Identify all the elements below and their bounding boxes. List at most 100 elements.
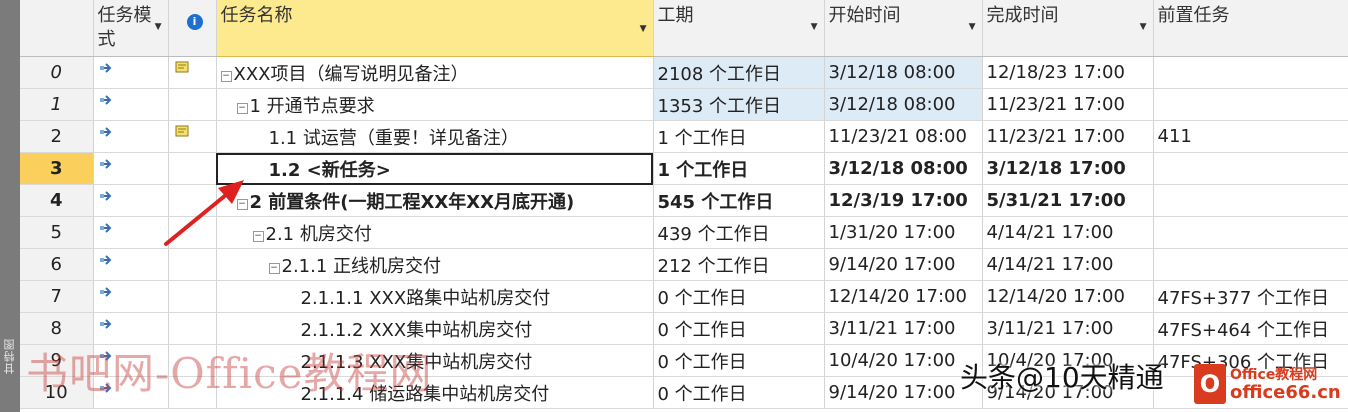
start-cell[interactable]: 9/14/20 17:00 bbox=[824, 248, 983, 281]
predecessors-cell[interactable]: 47FS+464 个工作日 bbox=[1153, 312, 1348, 345]
collapse-icon[interactable]: − bbox=[236, 102, 248, 114]
table-row[interactable]: 4 −2 前置条件(一期工程XX年XX月底开通) 545 个工作日 12/3/19 1… bbox=[20, 184, 1348, 217]
column-header-mode[interactable]: 任务模式 ▼ bbox=[93, 0, 169, 57]
start-cell[interactable]: 12/14/20 17:00 bbox=[824, 280, 983, 313]
finish-cell[interactable]: 11/23/21 17:00 bbox=[982, 120, 1154, 153]
duration-cell[interactable]: 1353 个工作日 bbox=[653, 88, 825, 121]
start-cell[interactable]: 3/12/18 08:00 bbox=[824, 56, 983, 89]
note-icon[interactable] bbox=[175, 125, 189, 137]
column-header-name[interactable]: 任务名称 ▼ bbox=[216, 0, 654, 57]
task-mode-cell[interactable] bbox=[93, 88, 169, 121]
gantt-view-sidebar[interactable]: 甘特图 bbox=[0, 0, 20, 412]
finish-cell[interactable]: 3/12/18 17:00 bbox=[982, 152, 1154, 185]
finish-cell[interactable]: 4/14/21 17:00 bbox=[982, 248, 1154, 281]
task-mode-cell[interactable] bbox=[93, 152, 169, 185]
indicator-cell[interactable] bbox=[168, 248, 217, 281]
start-cell[interactable]: 12/3/19 17:00 bbox=[824, 184, 983, 217]
row-number[interactable]: 1 bbox=[20, 88, 94, 121]
finish-cell[interactable]: 4/14/21 17:00 bbox=[982, 216, 1154, 249]
finish-cell[interactable]: 3/11/21 17:00 bbox=[982, 312, 1154, 345]
indicator-cell[interactable] bbox=[168, 56, 217, 89]
duration-cell[interactable]: 0 个工作日 bbox=[653, 344, 825, 377]
row-number[interactable]: 7 bbox=[20, 280, 94, 313]
task-mode-cell[interactable] bbox=[93, 56, 169, 89]
duration-cell[interactable]: 2108 个工作日 bbox=[653, 56, 825, 89]
predecessors-cell[interactable]: 47FS+377 个工作日 bbox=[1153, 280, 1348, 313]
predecessors-cell[interactable] bbox=[1153, 88, 1348, 121]
duration-cell[interactable]: 439 个工作日 bbox=[653, 216, 825, 249]
task-name-cell[interactable]: −2.1.1 正线机房交付 bbox=[216, 248, 654, 281]
indicator-cell[interactable] bbox=[168, 280, 217, 313]
row-number[interactable]: 0 bbox=[20, 56, 94, 89]
duration-cell[interactable]: 1 个工作日 bbox=[653, 152, 825, 185]
select-all-corner[interactable] bbox=[20, 0, 94, 57]
row-number[interactable]: 4 bbox=[20, 184, 94, 217]
start-cell[interactable]: 10/4/20 17:00 bbox=[824, 344, 983, 377]
predecessors-cell[interactable]: 411 bbox=[1153, 120, 1348, 153]
predecessors-cell[interactable] bbox=[1153, 216, 1348, 249]
row-number[interactable]: 6 bbox=[20, 248, 94, 281]
column-header-duration[interactable]: 工期 ▼ bbox=[653, 0, 825, 57]
note-icon[interactable] bbox=[175, 61, 189, 73]
duration-cell[interactable]: 0 个工作日 bbox=[653, 376, 825, 409]
indicator-cell[interactable] bbox=[168, 120, 217, 153]
finish-cell[interactable]: 5/31/21 17:00 bbox=[982, 184, 1154, 217]
table-row[interactable]: 0 − XXX项目（编写说明见备注） 2108 个工作日 3/12/18 08:00 12… bbox=[20, 56, 1348, 89]
task-name-cell[interactable]: −1 开通节点要求 bbox=[216, 88, 654, 121]
table-row[interactable]: 7 2.1.1.1 XXX路集中站机房交付 0 个工作日 12/14/20 17:00… bbox=[20, 280, 1348, 313]
row-number[interactable]: 3 bbox=[20, 152, 94, 185]
task-name-cell[interactable]: −2.1 机房交付 bbox=[216, 216, 654, 249]
start-cell[interactable]: 9/14/20 17:00 bbox=[824, 376, 983, 409]
table-row[interactable]: 3 1.2 <新任务> 1 个工作日 3/12/18 08:00 3/12/18 17:… bbox=[20, 152, 1348, 185]
start-cell[interactable]: 3/11/21 17:00 bbox=[824, 312, 983, 345]
duration-cell[interactable]: 1 个工作日 bbox=[653, 120, 825, 153]
start-cell[interactable]: 3/12/18 08:00 bbox=[824, 152, 983, 185]
predecessors-cell[interactable] bbox=[1153, 248, 1348, 281]
indicator-cell[interactable] bbox=[168, 216, 217, 249]
task-mode-cell[interactable] bbox=[93, 280, 169, 313]
row-number[interactable]: 5 bbox=[20, 216, 94, 249]
finish-cell[interactable]: 12/14/20 17:00 bbox=[982, 280, 1154, 313]
collapse-icon[interactable]: − bbox=[252, 230, 264, 242]
duration-cell[interactable]: 0 个工作日 bbox=[653, 280, 825, 313]
task-mode-cell[interactable] bbox=[93, 184, 169, 217]
table-row[interactable]: 6 −2.1.1 正线机房交付 212 个工作日 9/14/20 17:00 4/14/… bbox=[20, 248, 1348, 281]
task-name-cell[interactable]: 1.2 <新任务> bbox=[216, 152, 654, 185]
chevron-down-icon[interactable]: ▼ bbox=[969, 22, 976, 32]
task-name-cell[interactable]: − XXX项目（编写说明见备注） bbox=[216, 56, 654, 89]
finish-cell[interactable]: 11/23/21 17:00 bbox=[982, 88, 1154, 121]
table-row[interactable]: 5 −2.1 机房交付 439 个工作日 1/31/20 17:00 4/14/21 1… bbox=[20, 216, 1348, 249]
duration-cell[interactable]: 545 个工作日 bbox=[653, 184, 825, 217]
indicator-cell[interactable] bbox=[168, 152, 217, 185]
finish-cell[interactable]: 12/18/23 17:00 bbox=[982, 56, 1154, 89]
predecessors-cell[interactable] bbox=[1153, 152, 1348, 185]
task-name-cell[interactable]: 2.1.1.1 XXX路集中站机房交付 bbox=[216, 280, 654, 313]
collapse-icon[interactable]: − bbox=[268, 262, 280, 274]
indicator-cell[interactable] bbox=[168, 184, 217, 217]
chevron-down-icon[interactable]: ▼ bbox=[640, 24, 647, 34]
chevron-down-icon[interactable]: ▼ bbox=[155, 22, 162, 32]
task-mode-cell[interactable] bbox=[93, 216, 169, 249]
chevron-down-icon[interactable]: ▼ bbox=[811, 22, 818, 32]
column-header-finish[interactable]: 完成时间 ▼ bbox=[982, 0, 1154, 57]
table-row[interactable]: 2 1.1 试运营（重要！详见备注） 1 个工作日 11/23/21 08:00 11/… bbox=[20, 120, 1348, 153]
row-number[interactable]: 2 bbox=[20, 120, 94, 153]
predecessors-cell[interactable] bbox=[1153, 184, 1348, 217]
duration-cell[interactable]: 212 个工作日 bbox=[653, 248, 825, 281]
predecessors-cell[interactable] bbox=[1153, 56, 1348, 89]
task-mode-cell[interactable] bbox=[93, 120, 169, 153]
start-cell[interactable]: 1/31/20 17:00 bbox=[824, 216, 983, 249]
collapse-icon[interactable]: − bbox=[236, 198, 248, 210]
table-row[interactable]: 1 −1 开通节点要求 1353 个工作日 3/12/18 08:00 11/23/21… bbox=[20, 88, 1348, 121]
task-name-cell[interactable]: 1.1 试运营（重要！详见备注） bbox=[216, 120, 654, 153]
column-header-predecessors[interactable]: 前置任务 ▼ bbox=[1153, 0, 1348, 57]
task-name-cell[interactable]: −2 前置条件(一期工程XX年XX月底开通) bbox=[216, 184, 654, 217]
column-header-start[interactable]: 开始时间 ▼ bbox=[824, 0, 983, 57]
task-mode-cell[interactable] bbox=[93, 248, 169, 281]
chevron-down-icon[interactable]: ▼ bbox=[1140, 22, 1147, 32]
start-cell[interactable]: 11/23/21 08:00 bbox=[824, 120, 983, 153]
duration-cell[interactable]: 0 个工作日 bbox=[653, 312, 825, 345]
collapse-icon[interactable]: − bbox=[220, 70, 232, 82]
start-cell[interactable]: 3/12/18 08:00 bbox=[824, 88, 983, 121]
column-header-info[interactable]: i bbox=[168, 0, 217, 57]
